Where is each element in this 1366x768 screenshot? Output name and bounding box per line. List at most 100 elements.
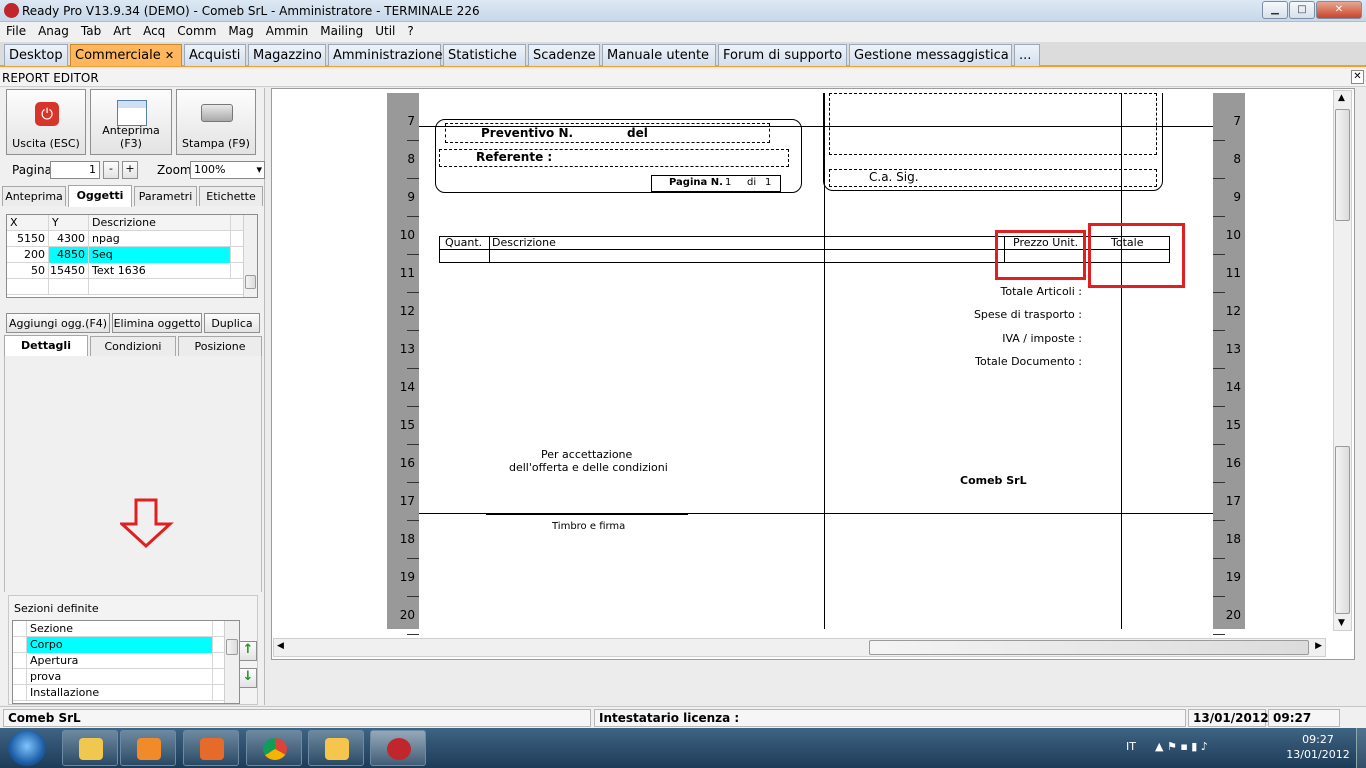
scroll-down-icon[interactable]: ▼ — [1338, 618, 1345, 628]
report-editor-close-icon[interactable]: ✕ — [1351, 70, 1364, 84]
menu-mailing[interactable]: Mailing — [314, 22, 369, 40]
section-item-apertura[interactable]: Apertura — [13, 653, 239, 669]
menu-mag[interactable]: Mag — [222, 22, 259, 40]
tab-manuale-utente[interactable]: Manuale utente — [602, 44, 716, 66]
accettazione-label[interactable]: Per accettazione — [541, 448, 632, 461]
maximize-button[interactable]: □ — [1289, 1, 1315, 19]
tab-scadenze[interactable]: Scadenze — [528, 44, 600, 66]
duplicate-button[interactable]: Duplica — [204, 313, 260, 333]
tab-condizioni[interactable]: Condizioni — [90, 336, 176, 356]
tab-etichette[interactable]: Etichette — [199, 186, 263, 206]
scroll-thumb[interactable] — [245, 275, 256, 289]
tab-oggetti[interactable]: Oggetti — [68, 185, 132, 207]
company-label[interactable]: Comeb SrL — [960, 474, 1027, 487]
taskbar-outlook[interactable] — [308, 730, 364, 766]
table-row[interactable]: 50 15450 Text 1636 — [7, 263, 257, 279]
ca-sig-label[interactable]: C.a. Sig. — [869, 170, 919, 184]
taskbar-explorer[interactable] — [62, 730, 118, 766]
report-page[interactable]: Preventivo N. del Referente : Pagina N. … — [419, 93, 1213, 629]
tab-magazzino[interactable]: Magazzino — [248, 44, 326, 66]
iva-label[interactable]: IVA / imposte : — [1002, 332, 1082, 345]
col-x[interactable]: X — [7, 215, 49, 231]
spese-trasporto-label[interactable]: Spese di trasporto : — [974, 308, 1082, 321]
add-object-button[interactable]: Aggiungi ogg.(F4) — [6, 313, 110, 333]
section-item-corpo[interactable]: Corpo — [13, 637, 239, 653]
start-button[interactable] — [8, 730, 46, 766]
page-total[interactable]: 1 — [765, 177, 771, 188]
canvas-vscroll-thumb-2[interactable] — [1335, 446, 1350, 614]
totale-documento-label[interactable]: Totale Documento : — [975, 355, 1082, 368]
section-item-prova[interactable]: prova — [13, 669, 239, 685]
taskbar-readypro[interactable] — [370, 730, 426, 766]
menu-art[interactable]: Art — [107, 22, 137, 40]
canvas-vscroll-thumb[interactable] — [1335, 109, 1350, 221]
menu-help[interactable]: ? — [401, 22, 419, 40]
delete-object-button[interactable]: Elimina oggetto — [112, 313, 202, 333]
scroll-right-icon[interactable]: ▶ — [1315, 641, 1322, 651]
tab-amministrazione[interactable]: Amministrazione — [328, 44, 443, 66]
taskbar-chrome[interactable] — [246, 730, 302, 766]
tray-language[interactable]: IT — [1126, 740, 1136, 753]
table-row[interactable]: 5150 4300 npag — [7, 231, 257, 247]
menu-ammin[interactable]: Ammin — [260, 22, 315, 40]
tray-date[interactable]: 13/01/2012 — [1282, 748, 1354, 761]
tray-icons[interactable]: ▲ ⚑ ▪ ▮ ♪ — [1155, 740, 1208, 753]
page-plus-button[interactable]: + — [122, 161, 138, 179]
move-down-button[interactable]: ↓ — [239, 668, 257, 688]
field-address[interactable] — [829, 93, 1157, 155]
menu-anag[interactable]: Anag — [32, 22, 75, 40]
close-button[interactable]: ✕ — [1316, 1, 1362, 19]
pagina-label[interactable]: Pagina N. — [669, 177, 723, 188]
move-up-button-2[interactable]: ↑ — [239, 641, 257, 661]
canvas-vscrollbar[interactable]: ▲ ▼ — [1333, 90, 1352, 631]
timbro-label[interactable]: Timbro e firma — [552, 521, 625, 532]
tab-posizione[interactable]: Posizione — [178, 336, 262, 356]
referente-label[interactable]: Referente : — [476, 150, 552, 164]
col-descrizione-report[interactable]: Descrizione — [492, 236, 556, 249]
tab-desktop[interactable]: Desktop — [4, 44, 68, 66]
scroll-up-icon[interactable]: ▲ — [1338, 93, 1345, 103]
tab-forum[interactable]: Forum di supporto — [718, 44, 847, 66]
menu-tab[interactable]: Tab — [75, 22, 107, 40]
taskbar-office[interactable] — [183, 730, 239, 766]
preview-button[interactable]: Anteprima (F3) — [90, 89, 172, 155]
table-row[interactable] — [7, 279, 257, 295]
taskbar-media[interactable] — [120, 730, 176, 766]
tab-more[interactable]: ... — [1014, 44, 1040, 66]
zoom-select[interactable]: 100% ▾ — [190, 161, 265, 179]
menu-acq[interactable]: Acq — [137, 22, 171, 40]
tab-statistiche[interactable]: Statistiche — [443, 44, 526, 66]
page-minus-button[interactable]: - — [103, 161, 119, 179]
di-label[interactable]: di — [747, 177, 756, 188]
section-item-installazione[interactable]: Installazione — [13, 685, 239, 701]
minimize-button[interactable]: ▁ — [1262, 1, 1288, 19]
col-y[interactable]: Y — [49, 215, 89, 231]
tab-dettagli[interactable]: Dettagli — [4, 335, 88, 357]
table-row-selected[interactable]: 200 4850 Seq — [7, 247, 257, 263]
menu-file[interactable]: File — [0, 22, 32, 40]
objects-scrollbar[interactable] — [243, 215, 257, 297]
menu-comm[interactable]: Comm — [171, 22, 222, 40]
scroll-thumb[interactable] — [226, 639, 238, 655]
tab-acquisti[interactable]: Acquisti — [184, 44, 246, 66]
tab-messaggistica[interactable]: Gestione messaggistica — [849, 44, 1012, 66]
print-button[interactable]: Stampa (F9) — [176, 89, 256, 155]
totale-articoli-label[interactable]: Totale Articoli : — [1001, 285, 1082, 298]
col-descrizione[interactable]: Descrizione — [89, 215, 231, 231]
tab-close-icon[interactable]: ✕ — [165, 49, 174, 62]
preventivo-label[interactable]: Preventivo N. — [481, 126, 573, 140]
del-label[interactable]: del — [627, 126, 648, 140]
tray-time[interactable]: 09:27 — [1282, 733, 1354, 746]
tab-parametri[interactable]: Parametri — [134, 186, 197, 206]
menu-util[interactable]: Util — [369, 22, 401, 40]
col-sezione[interactable]: Sezione — [27, 621, 213, 637]
canvas-hscrollbar[interactable]: ◀ ▶ — [273, 638, 1326, 657]
exit-button[interactable]: ⏻ Uscita (ESC) — [6, 89, 86, 155]
show-desktop-button[interactable] — [1356, 728, 1366, 768]
scroll-left-icon[interactable]: ◀ — [277, 641, 284, 651]
tab-anteprima[interactable]: Anteprima — [2, 186, 66, 206]
condizioni-label[interactable]: dell'offerta e delle condizioni — [509, 461, 668, 474]
sections-scrollbar[interactable] — [224, 621, 239, 703]
col-quant[interactable]: Quant. — [445, 236, 482, 249]
tab-commerciale[interactable]: Commerciale ✕ — [70, 44, 182, 66]
